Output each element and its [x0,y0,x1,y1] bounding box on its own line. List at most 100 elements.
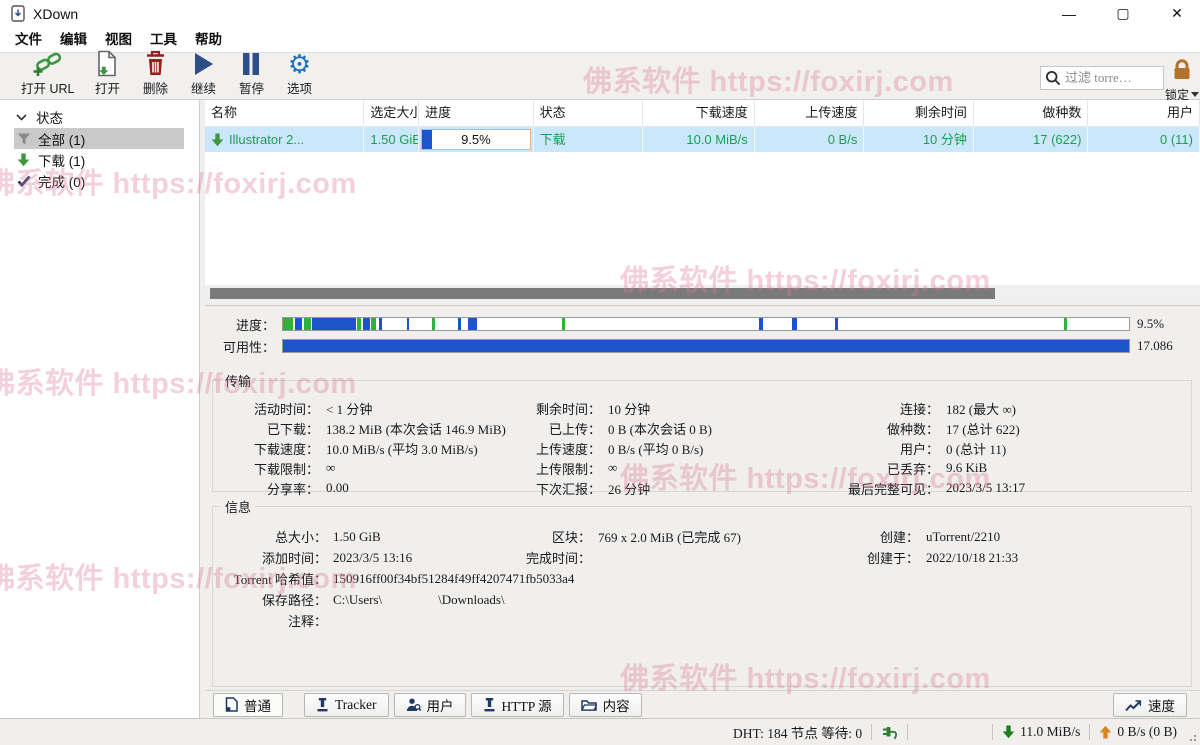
resume-button[interactable]: 继续 [179,53,227,99]
tab-content[interactable]: 内容 [569,693,642,717]
col-name[interactable]: 名称 [205,100,364,126]
global-up-speed: 0 B/s (0 B) [1099,724,1177,740]
menu-tools[interactable]: 工具 [141,27,186,52]
torrent-status: 下载 [534,127,644,152]
field-value: ∞ [326,460,335,476]
menu-view[interactable]: 视图 [96,27,141,52]
dht-status: DHT: 184 节点 等待: 0 [733,722,862,742]
download-arrow-icon [1002,725,1015,739]
menu-edit[interactable]: 编辑 [51,27,96,52]
minimize-button[interactable]: — [1046,0,1092,27]
field-label: 最后完整可见： [843,479,939,498]
menu-file[interactable]: 文件 [6,27,51,52]
sidebar-item-label: 完成 (0) [38,171,85,191]
field-label: 做种数： [843,419,939,438]
menu-help[interactable]: 帮助 [186,27,231,52]
open-url-button[interactable]: 打开 URL [12,53,83,99]
folder-icon [581,698,597,711]
window-title: XDown [33,6,78,22]
field-label: 剩余时间： [513,399,601,418]
field-value: 10.0 MiB/s (平均 3.0 MiB/s) [326,439,478,458]
col-status[interactable]: 状态 [534,100,644,126]
menubar: 文件 编辑 视图 工具 帮助 [0,27,1200,52]
save-path-suffix: \Downloads\ [438,592,504,608]
sidebar-item-all[interactable]: 全部 (1) [14,128,184,149]
sidebar-item-completed[interactable]: 完成 (0) [14,170,184,191]
torrent-seeds: 17 (622) [974,127,1089,152]
detail-tabbar: 普通 Tracker 用户 HTTP 源 内容 速度 [205,690,1200,718]
sidebar-group-status[interactable]: 状态 [0,106,199,128]
transfer-title: 传输 [221,371,255,390]
progress-percent-label: 9.5% [422,130,529,149]
tab-general[interactable]: 普通 [213,693,283,717]
scrollbar-thumb[interactable] [210,288,995,299]
dropdown-caret-icon [1191,92,1199,97]
pause-icon [241,51,261,77]
field-label: 下次汇报： [513,479,601,498]
torrent-up-speed: 0 B/s [755,127,865,152]
tracker-pin-icon [316,697,329,712]
col-progress[interactable]: 进度 [419,100,534,126]
progress-label: 进度： [205,315,275,334]
tab-label: Tracker [335,697,377,713]
field-value: 1.50 GiB [333,529,381,545]
connection-plug-icon[interactable] [881,725,898,740]
close-button[interactable]: ✕ [1154,0,1200,27]
user-search-icon [406,698,421,712]
torrent-row[interactable]: Illustrator 2... 1.50 GiB 9.5% 下载 10.0 M… [205,127,1200,152]
torrent-peers: 0 (11) [1088,127,1200,152]
tab-tracker[interactable]: Tracker [304,693,389,717]
availability-bar [282,339,1130,353]
tab-label: 用户 [427,695,454,715]
filter-box [1040,66,1164,90]
splitter[interactable] [205,305,1200,306]
tab-label: HTTP 源 [502,695,552,715]
resize-grip[interactable] [1185,730,1198,743]
col-peers[interactable]: 用户 [1088,100,1200,126]
delete-button[interactable]: 删除 [131,53,179,99]
availability-fill [283,340,1129,352]
options-button[interactable]: ⚙ 选项 [275,53,323,99]
col-down-speed[interactable]: 下载速度 [643,100,755,126]
field-value: < 1 分钟 [326,399,372,418]
field-value: 26 分钟 [608,479,650,498]
toolbar-button-label: 继续 [191,78,216,97]
lock-icon [1171,59,1193,85]
field-value: 0 B (本次会话 0 B) [608,419,712,438]
details-panel: 进度： 9.5% 可用性： 17.086 传输 活动时间：< 1 分钟 已下载：… [205,307,1200,690]
field-label: 注释： [223,611,327,630]
field-value: ∞ [608,460,617,476]
tab-http-sources[interactable]: HTTP 源 [471,693,564,717]
field-label: 连接： [843,399,939,418]
field-label: 下载速度： [223,439,319,458]
field-value: 2023/3/5 13:17 [946,480,1025,496]
toolbar-button-label: 删除 [143,78,168,97]
col-up-speed[interactable]: 上传速度 [755,100,865,126]
filter-input[interactable] [1065,70,1157,86]
sidebar-item-downloading[interactable]: 下载 (1) [14,149,184,170]
field-label: 区块： [513,527,591,546]
col-seeds[interactable]: 做种数 [974,100,1089,126]
app-icon [10,5,26,22]
field-value: 769 x 2.0 MiB (已完成 67) [598,527,741,546]
field-value: 0 (总计 11) [946,439,1006,458]
field-value: 138.2 MiB (本次会话 146.9 MiB) [326,419,506,438]
torrent-name: Illustrator 2... [229,127,304,152]
horizontal-scrollbar[interactable] [205,285,1200,302]
field-value: 0.00 [326,480,349,496]
statusbar-separator [907,724,908,740]
info-title: 信息 [221,497,255,516]
lock-button[interactable]: 锁定 [1165,59,1199,103]
maximize-button[interactable]: ▢ [1100,0,1146,27]
col-selected-size[interactable]: 选定大小 [364,100,419,126]
tab-peers[interactable]: 用户 [394,693,466,717]
xdown-window: XDown — ▢ ✕ 文件 编辑 视图 工具 帮助 打开 [0,0,1200,745]
main-area: 名称 选定大小 进度 状态 下载速度 上传速度 剩余时间 做种数 用户 Illu… [205,100,1200,718]
open-file-button[interactable]: 打开 [83,53,131,99]
pause-button[interactable]: 暂停 [227,53,275,99]
speed-graph-button[interactable]: 速度 [1113,693,1187,717]
field-label: 总大小： [223,527,327,546]
col-eta[interactable]: 剩余时间 [864,100,974,126]
statusbar-separator [871,724,872,740]
field-value: 9.6 KiB [946,460,987,476]
